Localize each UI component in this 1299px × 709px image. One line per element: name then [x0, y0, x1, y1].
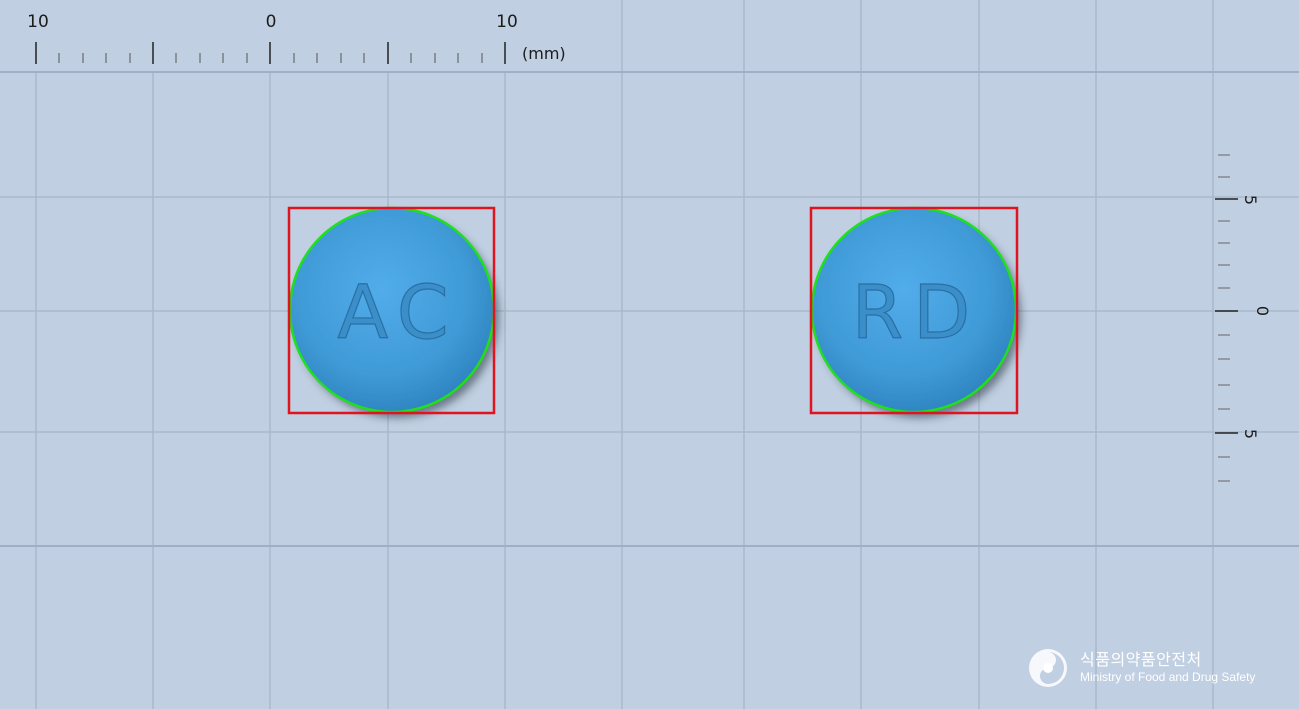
pill-photo-canvas: 10 0 10 (mm) 5 0 5 AC RD: [0, 0, 1299, 709]
pill-right: RD: [809, 206, 1019, 415]
ruler-right-label-center: 0: [1253, 306, 1272, 316]
mfds-name-korean: 식품의약품안전처: [1080, 650, 1202, 669]
ruler-right-label-bottom: 5: [1241, 429, 1260, 439]
ruler-top-label-left: 10: [27, 12, 49, 32]
ruler-top-unit: (mm): [522, 44, 566, 63]
mfds-watermark: 식품의약품안전처 Ministry of Food and Drug Safet…: [1028, 646, 1278, 690]
pill-left-imprint: AC: [338, 270, 459, 356]
background: [0, 0, 1299, 709]
ruler-top-label-right: 10: [496, 12, 518, 32]
pill-left: AC: [287, 206, 496, 415]
mfds-name-english: Ministry of Food and Drug Safety: [1080, 670, 1256, 684]
pill-right-imprint: RD: [852, 270, 980, 356]
ruler-right-label-top: 5: [1241, 195, 1260, 205]
mfds-logo-icon: [1029, 649, 1067, 687]
ruler-top-label-center: 0: [266, 12, 277, 32]
